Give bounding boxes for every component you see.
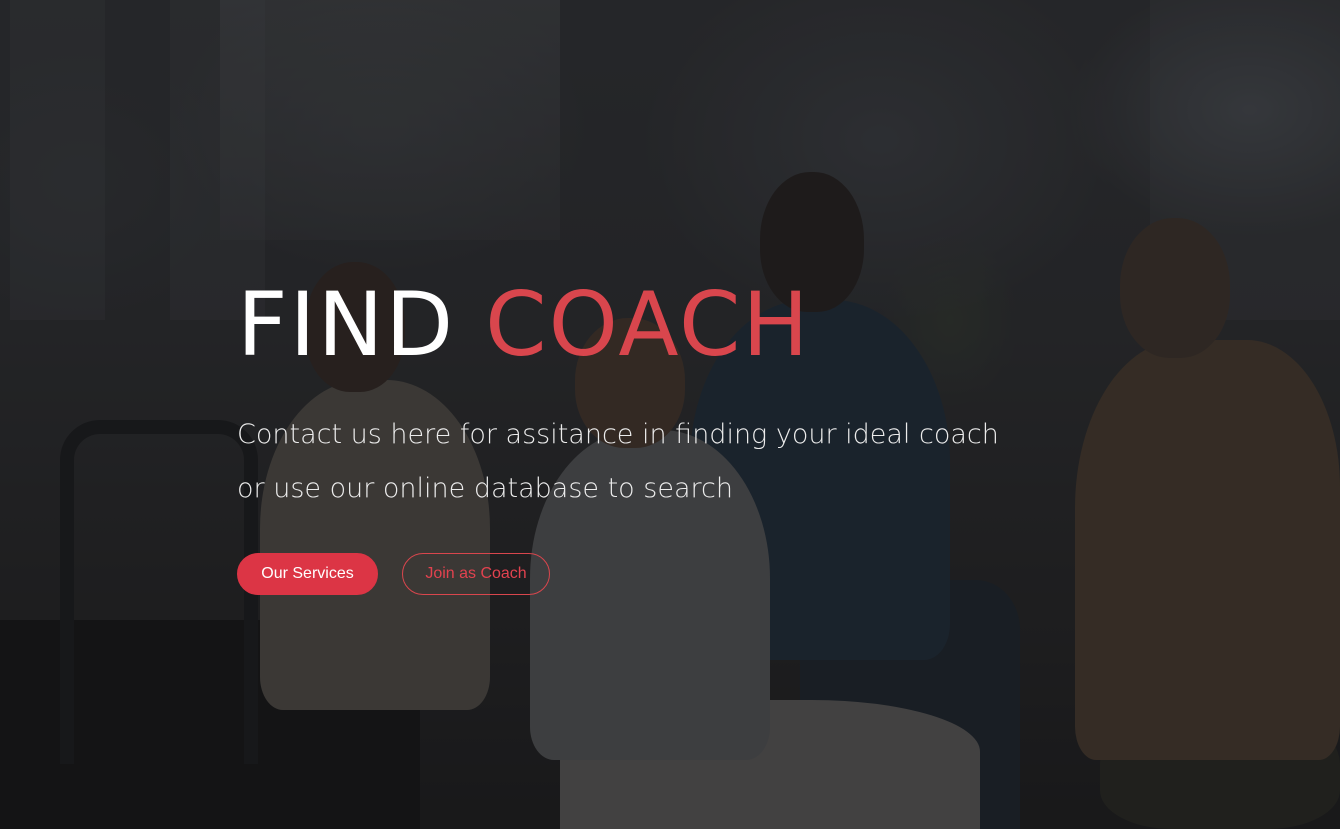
hero-subtitle: Contact us here for assitance in finding… xyxy=(237,408,999,516)
join-as-coach-button[interactable]: Join as Coach xyxy=(402,553,550,595)
hero-section: FIND COACH Contact us here for assitance… xyxy=(0,0,1340,829)
hero-title-coach: COACH xyxy=(485,273,811,376)
hero-subtitle-line2: or use our online database to search xyxy=(237,473,733,504)
our-services-button[interactable]: Our Services xyxy=(237,553,378,595)
hero-title-find: FIND xyxy=(237,273,456,376)
hero-actions: Our Services Join as Coach xyxy=(237,553,1137,595)
hero-title: FIND COACH xyxy=(237,270,1137,380)
hero-subtitle-line1: Contact us here for assitance in finding… xyxy=(237,419,999,450)
hero-content: FIND COACH Contact us here for assitance… xyxy=(237,270,1137,595)
